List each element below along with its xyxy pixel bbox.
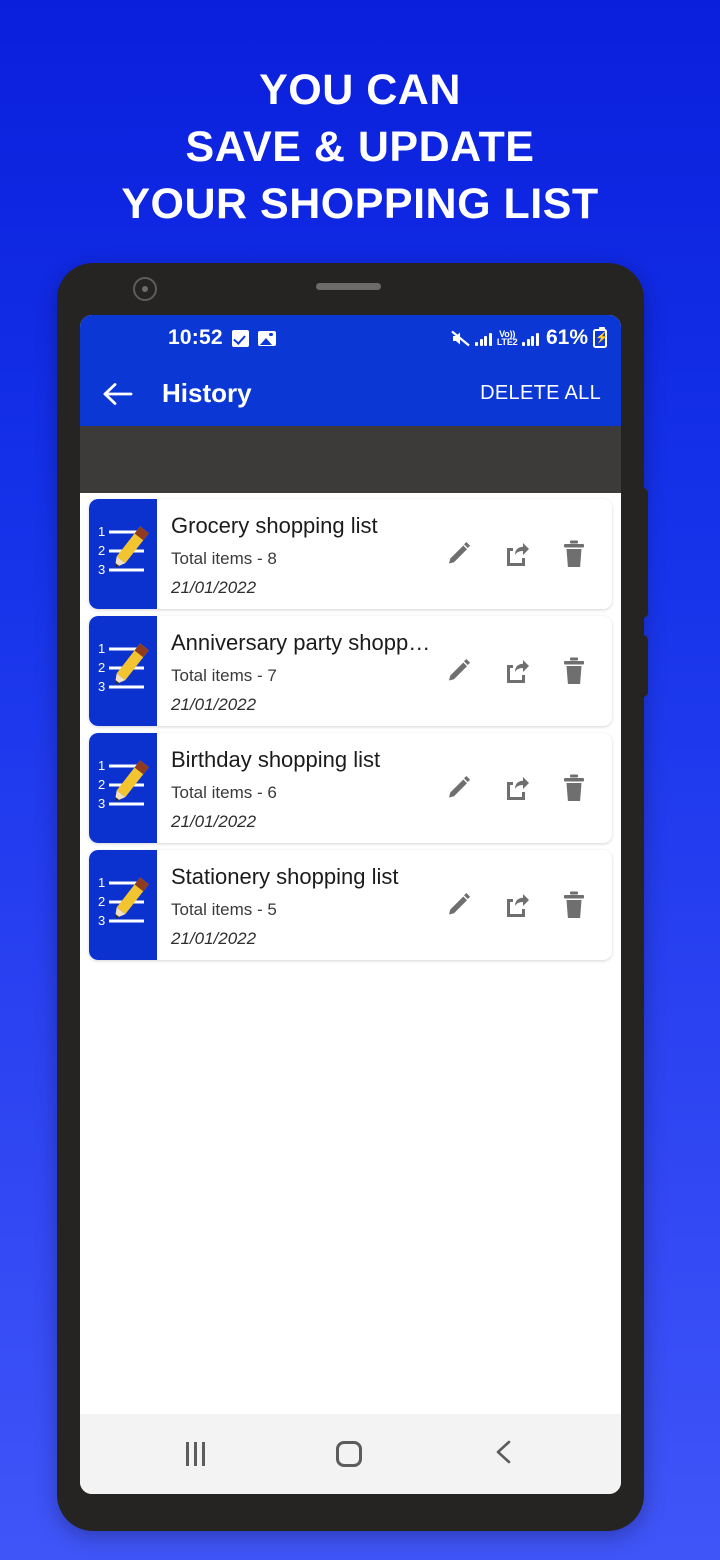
mute-icon xyxy=(451,330,471,347)
share-icon[interactable] xyxy=(502,539,530,569)
svg-text:2: 2 xyxy=(98,543,105,558)
list-item-actions xyxy=(444,499,612,609)
svg-text:1: 1 xyxy=(98,641,105,656)
list-item-text: Birthday shopping list Total items - 6 2… xyxy=(157,733,444,843)
phone-top-bezel xyxy=(57,263,644,315)
page-title: History xyxy=(162,378,252,408)
svg-text:3: 3 xyxy=(98,562,105,577)
svg-text:2: 2 xyxy=(98,660,105,675)
numbered-list-pencil-icon: 1 2 3 xyxy=(89,499,157,609)
status-bar: 10:52 Vo)) LTE2 61% xyxy=(80,315,621,361)
svg-text:1: 1 xyxy=(98,875,105,890)
list-item-date: 21/01/2022 xyxy=(171,929,257,948)
trash-icon[interactable] xyxy=(560,656,588,686)
phone-screen: 10:52 Vo)) LTE2 61% ⚡ History DELETE ALL… xyxy=(80,315,621,1494)
home-icon[interactable] xyxy=(335,1441,362,1467)
headline-line-2: SAVE & UPDATE xyxy=(185,123,535,171)
list-item[interactable]: 1 2 3 Birthday shopping list Total items… xyxy=(89,733,612,843)
list-item-title: Anniversary party shopp… xyxy=(171,630,431,655)
signal-bars-icon-1 xyxy=(475,331,492,346)
list-item-actions xyxy=(444,733,612,843)
android-nav-bar xyxy=(80,1414,621,1494)
promo-headline: YOU CAN SAVE & UPDATE YOUR SHOPPING LIST xyxy=(0,62,720,233)
phone-frame: 10:52 Vo)) LTE2 61% ⚡ History DELETE ALL… xyxy=(57,263,648,1531)
list-item-text: Stationery shopping list Total items - 5… xyxy=(157,850,444,960)
ad-banner[interactable] xyxy=(80,426,621,493)
battery-charging-icon xyxy=(593,326,607,348)
delete-all-button[interactable]: DELETE ALL xyxy=(480,382,601,405)
edit-pencil-icon[interactable] xyxy=(444,773,472,803)
list-item[interactable]: 1 2 3 Anniversary party shopp… Total ite… xyxy=(89,616,612,726)
numbered-list-pencil-icon: 1 2 3 xyxy=(89,733,157,843)
check-square-icon xyxy=(231,329,249,347)
recents-icon[interactable] xyxy=(185,1442,205,1466)
list-item-title: Birthday shopping list xyxy=(171,747,381,772)
volte-indicator: Vo)) LTE2 xyxy=(496,329,518,347)
edit-pencil-icon[interactable] xyxy=(444,656,472,686)
earpiece-speaker xyxy=(316,283,381,290)
list-item-text: Grocery shopping list Total items - 8 21… xyxy=(157,499,444,609)
numbered-list-pencil-icon: 1 2 3 xyxy=(89,850,157,960)
power-button[interactable] xyxy=(640,635,648,697)
share-icon[interactable] xyxy=(502,773,530,803)
svg-text:1: 1 xyxy=(98,524,105,539)
history-list: 1 2 3 Grocery shopping list Total items … xyxy=(80,493,621,1414)
battery-percent-label: 61% xyxy=(545,326,588,349)
share-icon[interactable] xyxy=(502,890,530,920)
list-item[interactable]: 1 2 3 Stationery shopping list Total ite… xyxy=(89,850,612,960)
signal-bars-icon-2 xyxy=(522,331,539,346)
volume-button[interactable] xyxy=(640,488,648,618)
headline-line-3: YOUR SHOPPING LIST xyxy=(121,180,599,228)
list-item-title: Stationery shopping list xyxy=(171,864,399,889)
list-item-subtitle: Total items - 7 xyxy=(171,666,277,685)
list-item-date: 21/01/2022 xyxy=(171,695,257,714)
list-item[interactable]: 1 2 3 Grocery shopping list Total items … xyxy=(89,499,612,609)
share-icon[interactable] xyxy=(502,656,530,686)
headline-line-1: YOU CAN xyxy=(259,66,461,114)
list-item-subtitle: Total items - 8 xyxy=(171,549,277,568)
svg-text:2: 2 xyxy=(98,777,105,792)
edit-pencil-icon[interactable] xyxy=(444,890,472,920)
list-item-date: 21/01/2022 xyxy=(171,578,257,597)
svg-text:3: 3 xyxy=(98,796,105,811)
list-item-actions xyxy=(444,850,612,960)
status-bar-right: Vo)) LTE2 61% xyxy=(451,326,607,350)
svg-text:3: 3 xyxy=(98,913,105,928)
list-item-title: Grocery shopping list xyxy=(171,513,378,538)
list-item-subtitle: Total items - 6 xyxy=(171,783,277,802)
list-item-text: Anniversary party shopp… Total items - 7… xyxy=(157,616,444,726)
status-bar-left: 10:52 xyxy=(94,326,276,350)
back-arrow-icon[interactable] xyxy=(102,377,136,411)
front-camera-icon xyxy=(133,277,157,301)
edit-pencil-icon[interactable] xyxy=(444,539,472,569)
image-icon xyxy=(257,330,276,346)
list-item-subtitle: Total items - 5 xyxy=(171,900,277,919)
svg-text:1: 1 xyxy=(98,758,105,773)
status-time: 10:52 xyxy=(168,326,223,349)
nav-back-icon[interactable] xyxy=(493,1439,515,1470)
trash-icon[interactable] xyxy=(560,539,588,569)
trash-icon[interactable] xyxy=(560,773,588,803)
app-bar: History DELETE ALL xyxy=(80,361,621,426)
list-item-actions xyxy=(444,616,612,726)
trash-icon[interactable] xyxy=(560,890,588,920)
numbered-list-pencil-icon: 1 2 3 xyxy=(89,616,157,726)
svg-text:3: 3 xyxy=(98,679,105,694)
volte-bottom-label: LTE2 xyxy=(496,337,518,347)
svg-text:2: 2 xyxy=(98,894,105,909)
list-item-date: 21/01/2022 xyxy=(171,812,257,831)
